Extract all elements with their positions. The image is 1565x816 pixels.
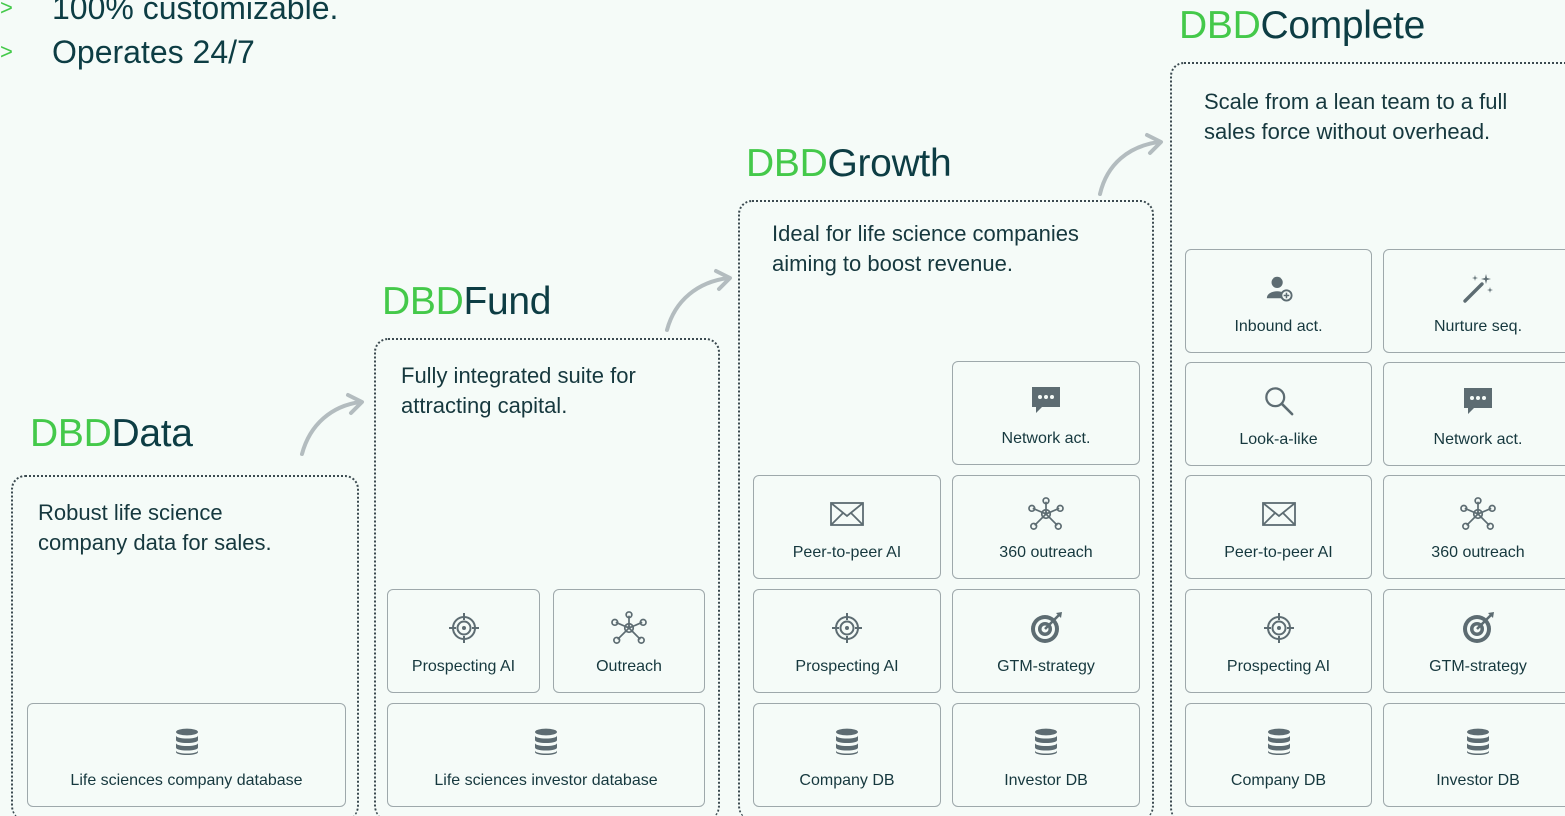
feature-card-label: Company DB bbox=[1230, 772, 1327, 789]
feature-card-label: Network act. bbox=[1433, 431, 1523, 448]
tier-brand: DBD bbox=[382, 280, 464, 323]
feature-card-label: Investor DB bbox=[1004, 772, 1088, 789]
tier-brand: DBD bbox=[30, 412, 112, 455]
envelope-icon bbox=[1262, 498, 1296, 530]
tier-brand: DBD bbox=[1179, 4, 1261, 47]
feature-card: GTM-strategy bbox=[1383, 589, 1565, 693]
curved-arrow-icon bbox=[300, 393, 364, 456]
target-icon bbox=[1029, 612, 1063, 644]
feature-card: Nurture seq. bbox=[1383, 249, 1565, 353]
feature-card: Life sciences investor database bbox=[387, 703, 705, 807]
database-icon bbox=[1267, 726, 1291, 758]
network-icon bbox=[610, 612, 648, 644]
feature-card: Look-a-like bbox=[1185, 362, 1372, 466]
database-icon bbox=[534, 726, 558, 758]
feature-card: Company DB bbox=[753, 703, 941, 807]
network-icon bbox=[1459, 498, 1497, 530]
feature-card-label: Peer-to-peer AI bbox=[792, 544, 902, 561]
feature-card-label: Look-a-like bbox=[1239, 431, 1318, 448]
feature-card-label: Prospecting AI bbox=[1226, 658, 1331, 675]
tier-title-growth: DBDGrowth bbox=[746, 142, 952, 186]
bullet-text: 100% customizable. bbox=[52, 0, 339, 26]
crosshair-icon bbox=[448, 612, 480, 644]
tier-description: Ideal for life science companies aiming … bbox=[772, 221, 1079, 276]
tier-name: Growth bbox=[827, 142, 952, 185]
tier-name: Fund bbox=[463, 280, 552, 323]
user-add-icon bbox=[1265, 272, 1293, 304]
envelope-icon bbox=[830, 498, 864, 530]
feature-card: 360 outreach bbox=[1383, 475, 1565, 579]
feature-card: Peer-to-peer AI bbox=[1185, 475, 1372, 579]
feature-card: Inbound act. bbox=[1185, 249, 1372, 353]
tier-description: Scale from a lean team to a full sales f… bbox=[1204, 89, 1508, 144]
tier-title-complete: DBDComplete bbox=[1179, 4, 1425, 48]
feature-bullets: > 100% customizable. > Operates 24/7 bbox=[0, 0, 338, 74]
feature-card: Investor DB bbox=[952, 703, 1140, 807]
feature-card: Outreach bbox=[553, 589, 705, 693]
feature-card-label: GTM-strategy bbox=[1429, 658, 1527, 675]
tier-description: Fully integrated suite for attracting ca… bbox=[401, 363, 636, 418]
feature-card-label: GTM-strategy bbox=[997, 658, 1095, 675]
feature-card-label: 360 outreach bbox=[1431, 544, 1525, 561]
feature-card-label: Prospecting AI bbox=[795, 658, 899, 675]
feature-card: Prospecting AI bbox=[1185, 589, 1372, 693]
feature-card-label: Nurture seq. bbox=[1433, 318, 1523, 335]
tier-title-fund: DBDFund bbox=[382, 280, 551, 324]
tier-description: Robust life science company data for sal… bbox=[38, 500, 272, 555]
database-icon bbox=[1466, 726, 1490, 758]
database-icon bbox=[175, 726, 199, 758]
curved-arrow-icon bbox=[665, 269, 732, 332]
target-icon bbox=[1461, 612, 1495, 644]
feature-card-label: Life sciences company database bbox=[70, 772, 303, 789]
bullet-text: Operates 24/7 bbox=[52, 33, 255, 70]
bullet-marker: > bbox=[0, 39, 13, 64]
feature-card: Peer-to-peer AI bbox=[753, 475, 941, 579]
feature-card: Company DB bbox=[1185, 703, 1372, 807]
feature-card: GTM-strategy bbox=[952, 589, 1140, 693]
feature-card: Prospecting AI bbox=[387, 589, 540, 693]
bullet-item: > Operates 24/7 bbox=[0, 30, 338, 74]
feature-card-label: Investor DB bbox=[1436, 772, 1520, 789]
curved-arrow-icon bbox=[1098, 133, 1163, 196]
bullet-item: > 100% customizable. bbox=[0, 0, 338, 30]
feature-card: Network act. bbox=[952, 361, 1140, 465]
crosshair-icon bbox=[1263, 612, 1295, 644]
feature-card-label: Inbound act. bbox=[1234, 318, 1323, 335]
feature-card: 360 outreach bbox=[952, 475, 1140, 579]
chat-icon bbox=[1462, 385, 1494, 417]
crosshair-icon bbox=[831, 612, 863, 644]
search-icon bbox=[1264, 385, 1294, 417]
magic-wand-icon bbox=[1462, 272, 1494, 304]
tier-name: Complete bbox=[1260, 4, 1425, 47]
feature-card-label: Company DB bbox=[799, 772, 895, 789]
network-icon bbox=[1027, 498, 1065, 530]
feature-card: Prospecting AI bbox=[753, 589, 941, 693]
bullet-marker: > bbox=[0, 0, 13, 20]
database-icon bbox=[1034, 726, 1058, 758]
chat-icon bbox=[1030, 384, 1062, 416]
feature-card-label: Outreach bbox=[596, 658, 662, 675]
feature-card-label: 360 outreach bbox=[999, 544, 1093, 561]
feature-card-label: Prospecting AI bbox=[411, 658, 516, 675]
tier-name: Data bbox=[111, 412, 193, 455]
feature-card: Network act. bbox=[1383, 362, 1565, 466]
feature-card: Life sciences company database bbox=[27, 703, 346, 807]
feature-card: Investor DB bbox=[1383, 703, 1565, 807]
database-icon bbox=[835, 726, 859, 758]
feature-card-label: Network act. bbox=[1001, 430, 1091, 447]
tier-brand: DBD bbox=[746, 142, 828, 185]
tier-title-data: DBDData bbox=[30, 412, 193, 456]
feature-card-label: Peer-to-peer AI bbox=[1224, 544, 1333, 561]
feature-card-label: Life sciences investor database bbox=[434, 772, 658, 789]
